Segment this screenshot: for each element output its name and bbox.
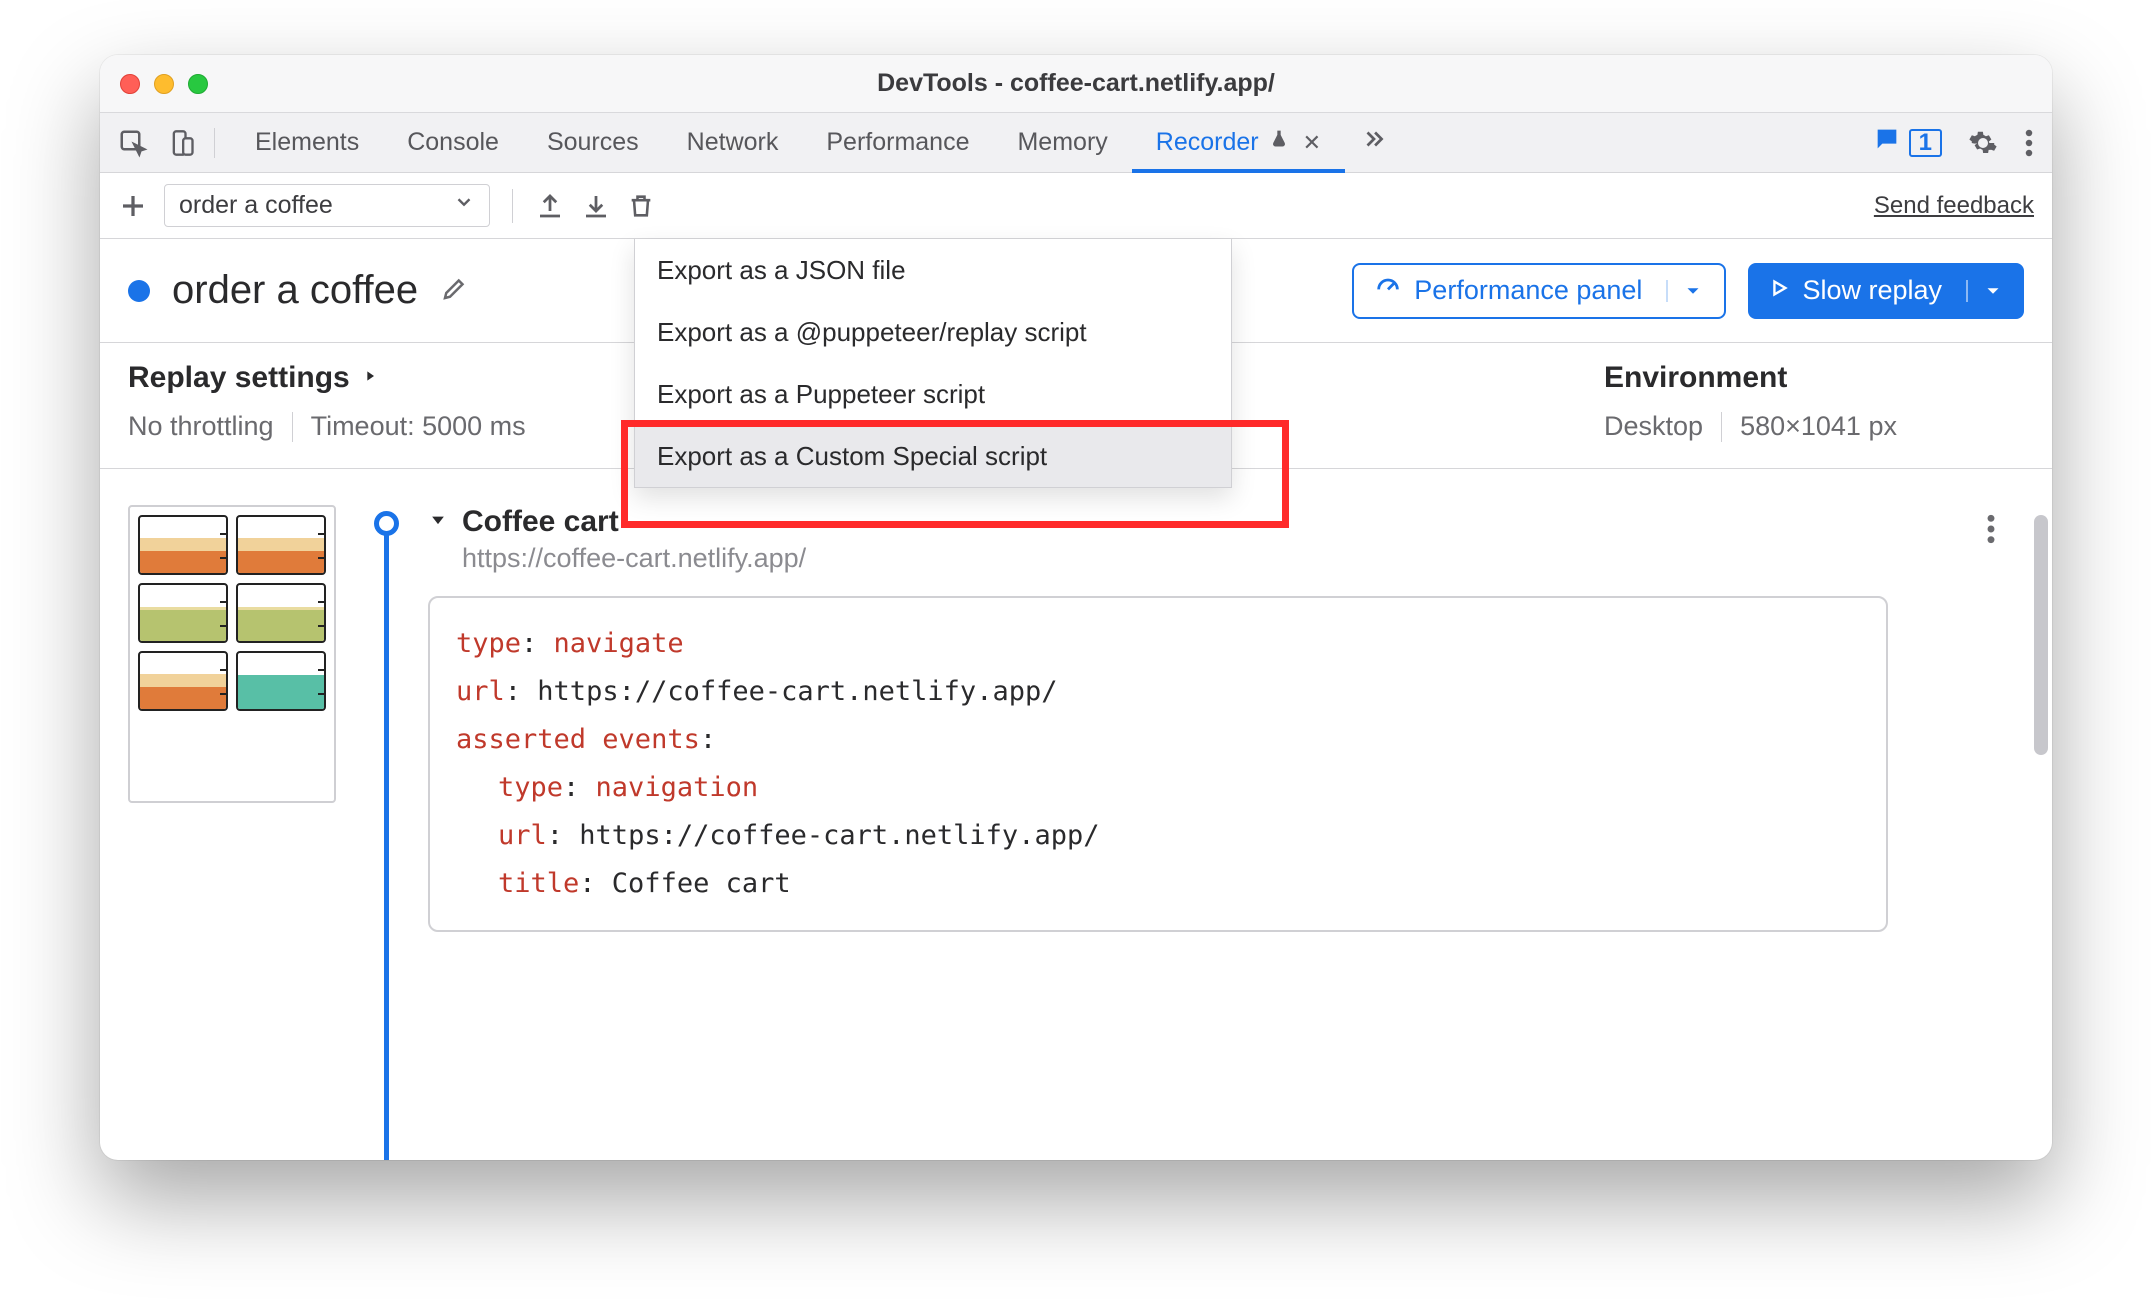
menu-item-label: Export as a JSON file <box>657 255 906 286</box>
tab-sources[interactable]: Sources <box>523 113 663 172</box>
delete-icon[interactable] <box>627 191 655 221</box>
issues-button[interactable]: 1 <box>1873 125 1942 160</box>
tabs-overflow[interactable] <box>1345 113 1403 172</box>
separator <box>512 189 513 223</box>
code-key: url <box>456 676 505 707</box>
tab-performance[interactable]: Performance <box>802 113 993 172</box>
export-menu: Export as a JSON file Export as a @puppe… <box>634 239 1232 488</box>
window-title: DevTools - coffee-cart.netlify.app/ <box>100 69 2052 98</box>
tab-label: Recorder <box>1156 128 1259 157</box>
timeline-line <box>384 521 389 1160</box>
code-value: https://coffee-cart.netlify.app/ <box>579 820 1099 851</box>
kebab-menu-icon[interactable] <box>2024 128 2034 158</box>
export-icon[interactable] <box>581 191 611 221</box>
export-custom-special-item[interactable]: Export as a Custom Special script <box>635 425 1231 487</box>
env-device: Desktop <box>1604 411 1703 442</box>
code-value: Coffee cart <box>612 868 791 899</box>
edit-name-icon[interactable] <box>440 273 470 308</box>
step-url: https://coffee-cart.netlify.app/ <box>462 543 2024 574</box>
env-viewport: 580×1041 px <box>1740 411 1897 442</box>
tab-elements[interactable]: Elements <box>231 113 383 172</box>
settings-gear-icon[interactable] <box>1968 128 1998 158</box>
performance-panel-caret[interactable] <box>1666 280 1704 302</box>
slow-replay-caret[interactable] <box>1966 280 2004 302</box>
slow-replay-button[interactable]: Slow replay <box>1748 263 2024 319</box>
inspect-element-icon[interactable] <box>118 128 148 158</box>
code-key: type <box>456 628 521 659</box>
new-recording-icon[interactable] <box>118 191 148 221</box>
tab-label: Network <box>687 128 779 157</box>
recording-select-value: order a coffee <box>179 191 333 220</box>
step-kebab-menu-icon[interactable] <box>1986 513 1996 550</box>
replay-settings-label: Replay settings <box>128 361 350 395</box>
steps-area: Coffee cart https://coffee-cart.netlify.… <box>100 469 2052 1160</box>
panel-tabs: Elements Console Sources Network Perform… <box>100 113 2052 173</box>
recording-header: order a coffee Performance panel <box>100 239 2052 343</box>
performance-panel-label: Performance panel <box>1414 275 1642 306</box>
performance-panel-button[interactable]: Performance panel <box>1352 263 1726 319</box>
send-feedback-link[interactable]: Send feedback <box>1874 192 2034 220</box>
timeline: Coffee cart https://coffee-cart.netlify.… <box>364 505 2024 1160</box>
device-toolbar-icon[interactable] <box>168 128 196 158</box>
play-icon <box>1768 275 1790 306</box>
throttling-value: No throttling <box>128 411 274 442</box>
tab-network[interactable]: Network <box>663 113 803 172</box>
recording-status-dot-icon <box>128 280 150 302</box>
scrollbar-thumb[interactable] <box>2034 515 2048 755</box>
timeout-value: Timeout: 5000 ms <box>311 411 526 442</box>
code-key: url <box>498 820 547 851</box>
slow-replay-label: Slow replay <box>1802 275 1942 306</box>
import-icon[interactable] <box>535 191 565 221</box>
menu-item-label: Export as a Puppeteer script <box>657 379 985 410</box>
tab-memory[interactable]: Memory <box>993 113 1131 172</box>
tab-label: Console <box>407 128 499 157</box>
separator <box>292 412 293 442</box>
step-title: Coffee cart <box>462 505 619 539</box>
flask-icon <box>1269 128 1289 157</box>
caret-right-icon <box>362 361 378 395</box>
recording-name: order a coffee <box>172 268 418 313</box>
tab-label: Performance <box>826 128 969 157</box>
export-json-item[interactable]: Export as a JSON file <box>635 239 1231 301</box>
code-value: navigate <box>554 628 684 659</box>
export-puppeteer-replay-item[interactable]: Export as a @puppeteer/replay script <box>635 301 1231 363</box>
recording-select[interactable]: order a coffee <box>164 184 490 227</box>
chat-icon <box>1873 125 1901 160</box>
recorder-toolbar: order a coffee Send feedback <box>100 173 2052 239</box>
code-key: asserted events <box>456 724 700 755</box>
step-screenshot-thumbnail <box>128 505 336 803</box>
step-code: type: navigate url: https://coffee-cart.… <box>428 596 1888 932</box>
step-card: Coffee cart https://coffee-cart.netlify.… <box>428 505 2024 932</box>
separator <box>1721 412 1722 442</box>
environment-heading: Environment <box>1604 361 2024 395</box>
tab-console[interactable]: Console <box>383 113 523 172</box>
code-key: type <box>498 772 563 803</box>
code-value: navigation <box>596 772 759 803</box>
code-value: https://coffee-cart.netlify.app/ <box>537 676 1057 707</box>
menu-item-label: Export as a Custom Special script <box>657 441 1047 472</box>
chevron-down-icon <box>453 191 475 220</box>
gauge-icon <box>1374 273 1402 308</box>
step-header[interactable]: Coffee cart <box>428 505 2024 539</box>
close-icon[interactable]: ✕ <box>1303 130 1321 156</box>
code-key: title <box>498 868 579 899</box>
tab-label: Elements <box>255 128 359 157</box>
titlebar: DevTools - coffee-cart.netlify.app/ <box>100 55 2052 113</box>
devtools-window: DevTools - coffee-cart.netlify.app/ Elem… <box>100 55 2052 1160</box>
issues-count: 1 <box>1909 129 1942 157</box>
tab-label: Memory <box>1017 128 1107 157</box>
timeline-dot-icon <box>374 511 399 536</box>
export-puppeteer-item[interactable]: Export as a Puppeteer script <box>635 363 1231 425</box>
tab-recorder[interactable]: Recorder ✕ <box>1132 113 1345 172</box>
tab-label: Sources <box>547 128 639 157</box>
chevron-double-right-icon <box>1361 126 1387 159</box>
collapse-caret-icon <box>428 510 448 535</box>
menu-item-label: Export as a @puppeteer/replay script <box>657 317 1087 348</box>
